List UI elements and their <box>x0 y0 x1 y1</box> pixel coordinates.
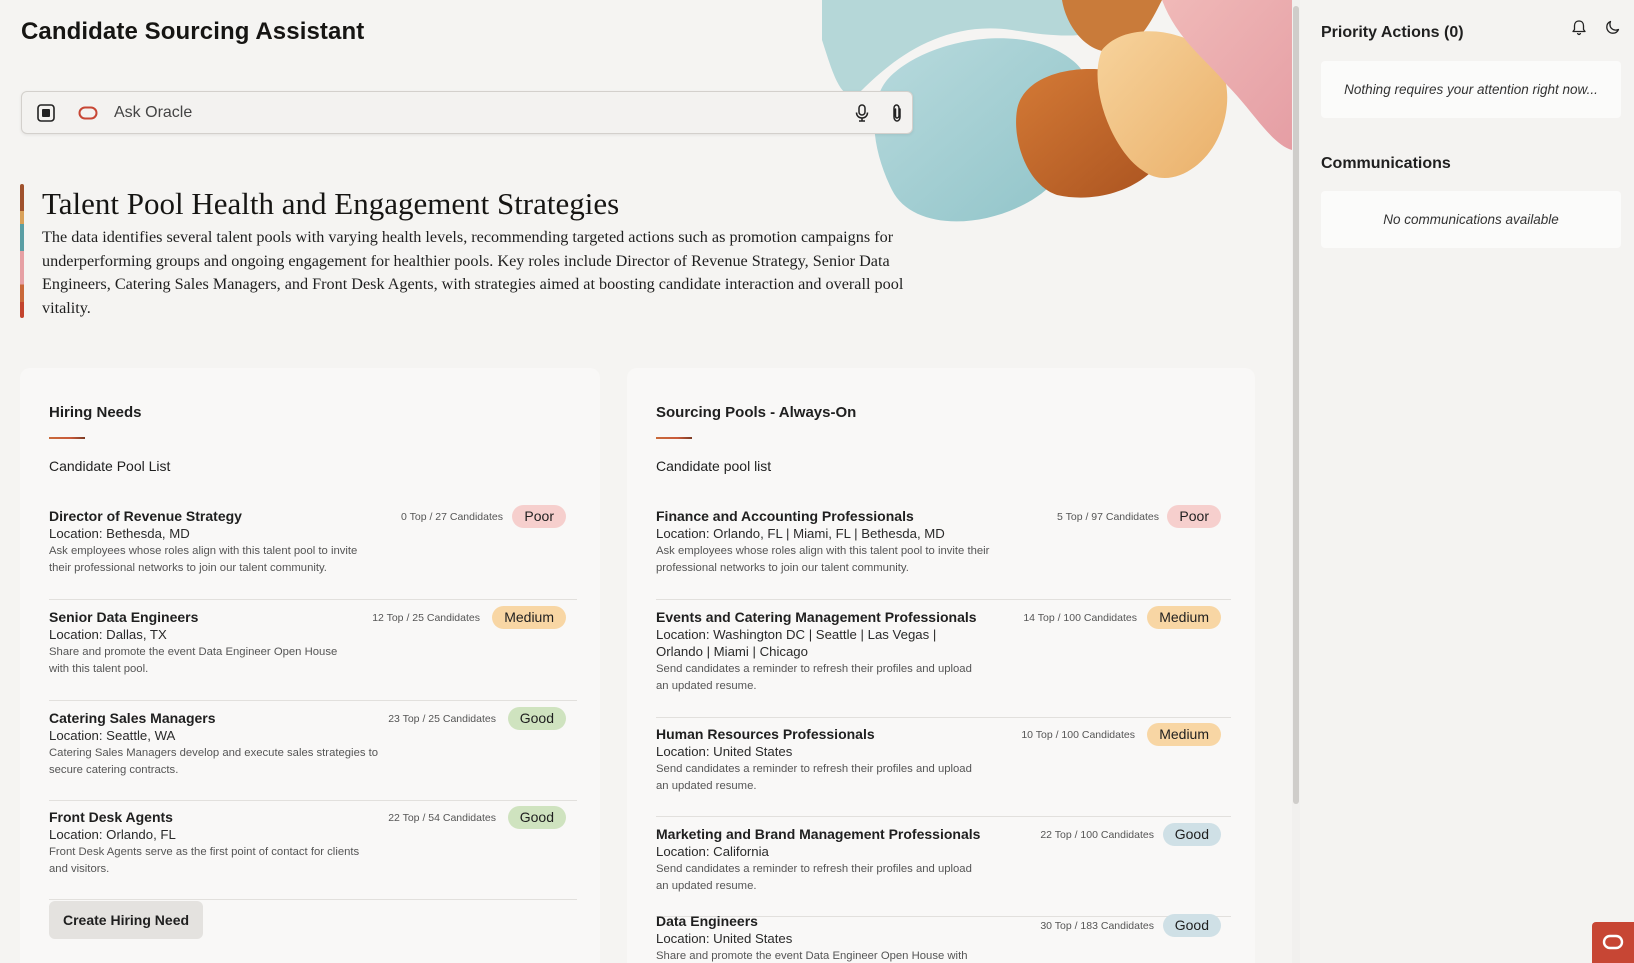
item-candidate-count: 22 Top / 100 Candidates <box>1040 829 1154 841</box>
item-description: Ask employees whose roles align with thi… <box>656 545 990 574</box>
sourcing-pool-item[interactable]: Data Engineers Location: United States S… <box>656 913 1231 963</box>
hiring-need-item[interactable]: Senior Data Engineers Location: Dallas, … <box>49 606 577 701</box>
item-location: Location: California <box>656 844 769 859</box>
item-description: Share and promote the event Data Enginee… <box>49 646 338 675</box>
sourcing-pools-title: Sourcing Pools - Always-On <box>656 404 857 421</box>
status-badge: Poor <box>1167 505 1221 528</box>
item-name[interactable]: Front Desk Agents <box>49 809 173 825</box>
priority-actions-title: Priority Actions (0) <box>1321 24 1464 41</box>
item-name[interactable]: Events and Catering Management Professio… <box>656 609 977 625</box>
item-description: Front Desk Agents serve as the first poi… <box>49 846 360 875</box>
insight-accent-bar <box>20 184 24 318</box>
sourcing-pools-subtitle: Candidate pool list <box>656 458 772 474</box>
communications-empty: No communications available <box>1321 191 1621 248</box>
oracle-logo-icon <box>1602 934 1624 950</box>
ask-oracle-input[interactable] <box>114 100 764 126</box>
item-name[interactable]: Director of Revenue Strategy <box>49 508 242 524</box>
sourcing-pool-item[interactable]: Human Resources Professionals Location: … <box>656 723 1231 817</box>
insight-body: The data identifies several talent pools… <box>42 228 904 317</box>
hiring-need-item[interactable]: Catering Sales Managers Location: Seattl… <box>49 707 577 801</box>
oracle-assistant-button[interactable] <box>1592 922 1634 963</box>
item-name[interactable]: Catering Sales Managers <box>49 710 216 726</box>
item-description: Share and promote the event Data Enginee… <box>656 950 968 962</box>
priority-actions-empty: Nothing requires your attention right no… <box>1321 61 1621 118</box>
scrollbar-thumb[interactable] <box>1293 6 1299 804</box>
status-badge: Medium <box>492 606 566 629</box>
hiring-needs-title: Hiring Needs <box>49 404 142 421</box>
item-name[interactable]: Marketing and Brand Management Professio… <box>656 826 980 842</box>
hiring-need-item[interactable]: Front Desk Agents Location: Orlando, FL … <box>49 806 577 900</box>
stop-icon[interactable] <box>36 103 56 123</box>
status-badge: Good <box>507 707 566 730</box>
item-candidate-count: 12 Top / 25 Candidates <box>372 612 480 624</box>
right-side-panel: Priority Actions (0) Nothing requires yo… <box>1300 0 1634 963</box>
oracle-logo-icon <box>78 106 98 120</box>
status-badge: Good <box>1162 914 1221 937</box>
item-location: Location: Orlando, FL | Miami, FL | Beth… <box>656 526 945 541</box>
insight-title: Talent Pool Health and Engagement Strate… <box>42 186 620 221</box>
sourcing-pool-item[interactable]: Finance and Accounting Professionals Loc… <box>656 505 1231 600</box>
item-name[interactable]: Senior Data Engineers <box>49 609 198 625</box>
create-hiring-need-button[interactable]: Create Hiring Need <box>49 901 204 939</box>
item-candidate-count: 23 Top / 25 Candidates <box>388 713 496 725</box>
item-candidate-count: 10 Top / 100 Candidates <box>1021 729 1135 741</box>
item-description: Ask employees whose roles align with thi… <box>49 545 358 574</box>
item-location: Location: Dallas, TX <box>49 627 167 642</box>
item-candidate-count: 22 Top / 54 Candidates <box>388 812 496 824</box>
item-description: Send candidates a reminder to refresh th… <box>656 663 972 692</box>
sourcing-pools-card: Sourcing Pools - Always-On Candidate poo… <box>627 368 1255 963</box>
item-description: Catering Sales Managers develop and exec… <box>49 747 379 776</box>
item-candidate-count: 0 Top / 27 Candidates <box>401 511 503 523</box>
sourcing-pool-item[interactable]: Events and Catering Management Professio… <box>656 606 1231 718</box>
moon-icon[interactable] <box>1605 19 1621 35</box>
communications-title: Communications <box>1321 155 1451 172</box>
item-location: Location: Orlando, FL <box>49 827 176 842</box>
item-location: Location: United States <box>656 931 793 946</box>
app-title: Candidate Sourcing Assistant <box>21 18 365 45</box>
main-panel: Candidate Sourcing Assistant Talent Pool… <box>0 0 1292 963</box>
status-badge: Medium <box>1147 723 1221 746</box>
hiring-need-item[interactable]: Director of Revenue Strategy Location: B… <box>49 505 577 600</box>
status-badge: Medium <box>1147 606 1221 629</box>
item-location: Location: Washington DC | Seattle | Las … <box>656 627 937 659</box>
item-location: Location: Bethesda, MD <box>49 526 190 541</box>
item-name[interactable]: Data Engineers <box>656 913 758 929</box>
item-candidate-count: 14 Top / 100 Candidates <box>1023 612 1137 624</box>
item-name[interactable]: Finance and Accounting Professionals <box>656 508 914 524</box>
item-location: Location: United States <box>656 744 793 759</box>
item-candidate-count: 5 Top / 97 Candidates <box>1057 511 1159 523</box>
status-badge: Good <box>1162 823 1221 846</box>
item-candidate-count: 30 Top / 183 Candidates <box>1040 920 1154 932</box>
hiring-needs-subtitle: Candidate Pool List <box>49 458 171 474</box>
item-location: Location: Seattle, WA <box>49 728 176 743</box>
microphone-icon[interactable] <box>852 103 872 123</box>
hiring-needs-card: Hiring Needs Candidate Pool List Directo… <box>20 368 600 963</box>
status-badge: Poor <box>512 505 566 528</box>
paperclip-icon[interactable] <box>887 103 907 123</box>
item-description: Send candidates a reminder to refresh th… <box>656 863 972 892</box>
bell-icon[interactable] <box>1571 19 1587 36</box>
status-badge: Good <box>507 806 566 829</box>
sourcing-pool-item[interactable]: Marketing and Brand Management Professio… <box>656 823 1231 917</box>
item-description: Send candidates a reminder to refresh th… <box>656 763 972 792</box>
ask-oracle-bar[interactable] <box>21 91 913 134</box>
title-underline <box>656 437 692 439</box>
title-underline <box>49 437 85 439</box>
main-scrollbar[interactable] <box>1292 0 1300 963</box>
item-name[interactable]: Human Resources Professionals <box>656 726 875 742</box>
